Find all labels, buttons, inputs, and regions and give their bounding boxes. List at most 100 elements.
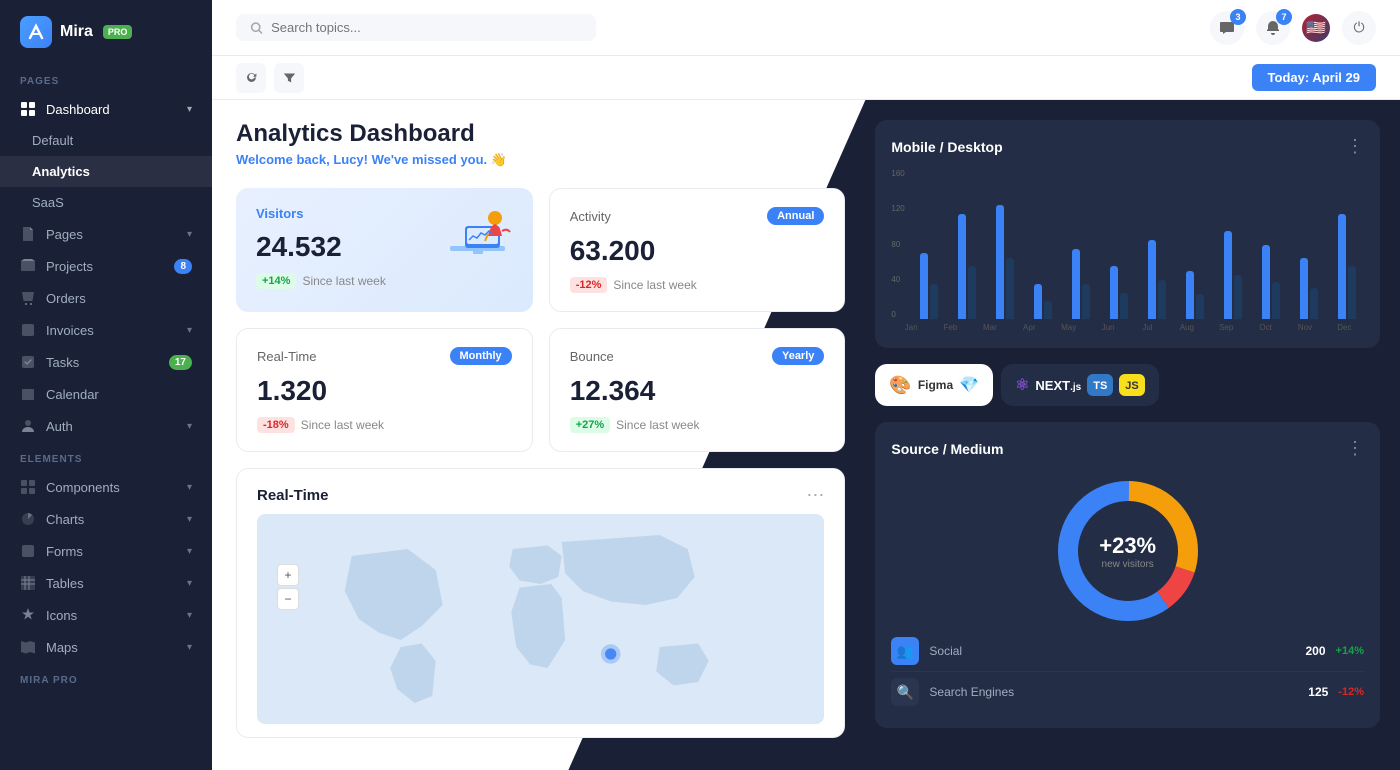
mobile-desktop-card: Mobile / Desktop ⋮ 160 120 80 40 0 [875, 120, 1380, 348]
search-engines-value: 125 [1308, 685, 1328, 699]
nextjs-label: NEXT.js [1035, 378, 1081, 393]
sidebar-item-auth[interactable]: Auth ▾ [0, 410, 212, 442]
realtime-since: Since last week [301, 418, 384, 432]
sidebar-item-maps[interactable]: Maps ▾ [0, 631, 212, 663]
search-box[interactable] [236, 14, 596, 41]
world-map-svg [257, 514, 824, 724]
sidebar-item-projects[interactable]: Projects 8 [0, 250, 212, 282]
search-engines-label: Search Engines [929, 685, 1308, 699]
donut-pct: +23% [1099, 533, 1156, 559]
logo-icon [20, 16, 52, 48]
sidebar-item-pages[interactable]: Pages ▾ [0, 218, 212, 250]
page-subtitle: Welcome back, Lucy! We've missed you. 👋 [236, 152, 845, 168]
chat-badge: 3 [1230, 9, 1246, 25]
donut-chart: +23% new visitors [891, 471, 1364, 631]
sidebar-item-tasks[interactable]: Tasks 17 [0, 346, 212, 378]
realtime-map-card: Real-Time ⋯ + − [236, 468, 845, 738]
sidebar-item-label-auth: Auth [46, 419, 73, 434]
bounce-card: Bounce Yearly 12.364 +27% Since last wee… [549, 328, 846, 452]
sidebar-item-default[interactable]: Default [0, 125, 212, 156]
sidebar-item-label-saas: SaaS [32, 195, 64, 210]
language-flag[interactable]: 🇺🇸 [1302, 14, 1330, 42]
redux-icon: ⚛ [1015, 375, 1029, 395]
sidebar-item-dashboard[interactable]: Dashboard ▾ [0, 93, 212, 125]
map-controls: + − [277, 564, 299, 610]
bell-badge: 7 [1276, 9, 1292, 25]
sidebar-item-label-analytics: Analytics [32, 164, 90, 179]
sidebar-item-charts[interactable]: Charts ▾ [0, 503, 212, 535]
js-badge: JS [1119, 374, 1144, 396]
notifications-chat-btn[interactable]: 3 [1210, 11, 1244, 45]
mobile-desktop-more-btn[interactable]: ⋮ [1346, 136, 1364, 157]
sidebar: Mira PRO PAGES Dashboard ▾ Default Analy… [0, 0, 212, 770]
refresh-icon [245, 71, 258, 84]
source-row-social: 👥 Social 200 +14% [891, 631, 1364, 672]
sidebar-item-orders[interactable]: Orders [0, 282, 212, 314]
sidebar-item-components[interactable]: Components ▾ [0, 471, 212, 503]
sidebar-item-label-components: Components [46, 480, 120, 495]
map-zoom-out-btn[interactable]: − [277, 588, 299, 610]
bounce-since: Since last week [616, 418, 699, 432]
social-label: Social [929, 644, 1305, 658]
donut-sub: new visitors [1099, 559, 1156, 570]
sidebar-item-label-orders: Orders [46, 291, 86, 306]
sidebar-item-label-tasks: Tasks [46, 355, 79, 370]
top-header: 3 7 🇺🇸 ⏻ [212, 0, 1400, 56]
bounce-label: Bounce [570, 349, 614, 364]
map-title: Real-Time [257, 487, 328, 504]
bounce-change: +27% [570, 417, 610, 433]
filter-btn[interactable] [274, 63, 304, 93]
donut-text: +23% new visitors [1099, 533, 1156, 570]
sidebar-item-invoices[interactable]: Invoices ▾ [0, 314, 212, 346]
visitors-since: Since last week [302, 274, 385, 288]
figma-icon: 🎨 [889, 375, 911, 396]
sidebar-item-icons[interactable]: Icons ▾ [0, 599, 212, 631]
sidebar-item-label-default: Default [32, 133, 73, 148]
map-more-btn[interactable]: ⋯ [806, 485, 824, 506]
pro-badge: PRO [103, 25, 133, 39]
refresh-btn[interactable] [236, 63, 266, 93]
components-chevron: ▾ [187, 482, 192, 493]
sidebar-item-calendar[interactable]: Calendar [0, 378, 212, 410]
sidebar-item-analytics[interactable]: Analytics [0, 156, 212, 187]
source-medium-card: Source / Medium ⋮ +23% [875, 422, 1380, 728]
page-toolbar: Today: April 29 [212, 56, 1400, 100]
date-button[interactable]: Today: April 29 [1252, 64, 1376, 91]
sidebar-item-tables[interactable]: Tables ▾ [0, 567, 212, 599]
visitors-illustration [435, 196, 525, 281]
sidebar-item-label-maps: Maps [46, 640, 78, 655]
tasks-badge: 17 [169, 355, 192, 370]
sidebar-item-label-tables: Tables [46, 576, 84, 591]
visitors-change: +14% [256, 273, 296, 289]
bounce-badge: Yearly [772, 347, 824, 365]
auth-chevron: ▾ [187, 421, 192, 432]
notifications-bell-btn[interactable]: 7 [1256, 11, 1290, 45]
power-button[interactable]: ⏻ [1342, 11, 1376, 45]
social-icon: 👥 [891, 637, 919, 665]
sidebar-item-forms[interactable]: Forms ▾ [0, 535, 212, 567]
dark-content: Mobile / Desktop ⋮ 160 120 80 40 0 [865, 100, 1400, 770]
bounce-value: 12.364 [570, 375, 825, 407]
pages-chevron: ▾ [187, 229, 192, 240]
search-engines-icon: 🔍 [891, 678, 919, 706]
activity-value: 63.200 [570, 235, 825, 267]
activity-change: -12% [570, 277, 608, 293]
charts-chevron: ▾ [187, 514, 192, 525]
forms-chevron: ▾ [187, 546, 192, 557]
tech-logo-figma: 🎨 Figma 💎 [875, 364, 993, 406]
header-actions: 3 7 🇺🇸 ⏻ [1210, 11, 1376, 45]
search-icon [250, 21, 263, 35]
source-medium-title: Source / Medium [891, 441, 1003, 457]
map-zoom-in-btn[interactable]: + [277, 564, 299, 586]
icons-chevron: ▾ [187, 610, 192, 621]
logo-area: Mira PRO [0, 0, 212, 64]
logo-text: Mira [60, 23, 93, 41]
dashboard-chevron: ▾ [187, 104, 192, 115]
source-medium-more-btn[interactable]: ⋮ [1346, 438, 1364, 459]
sidebar-item-label-calendar: Calendar [46, 387, 99, 402]
search-input[interactable] [271, 20, 582, 35]
realtime-change: -18% [257, 417, 295, 433]
sidebar-item-saas[interactable]: SaaS [0, 187, 212, 218]
figma-label: Figma [918, 378, 953, 392]
tables-chevron: ▾ [187, 578, 192, 589]
